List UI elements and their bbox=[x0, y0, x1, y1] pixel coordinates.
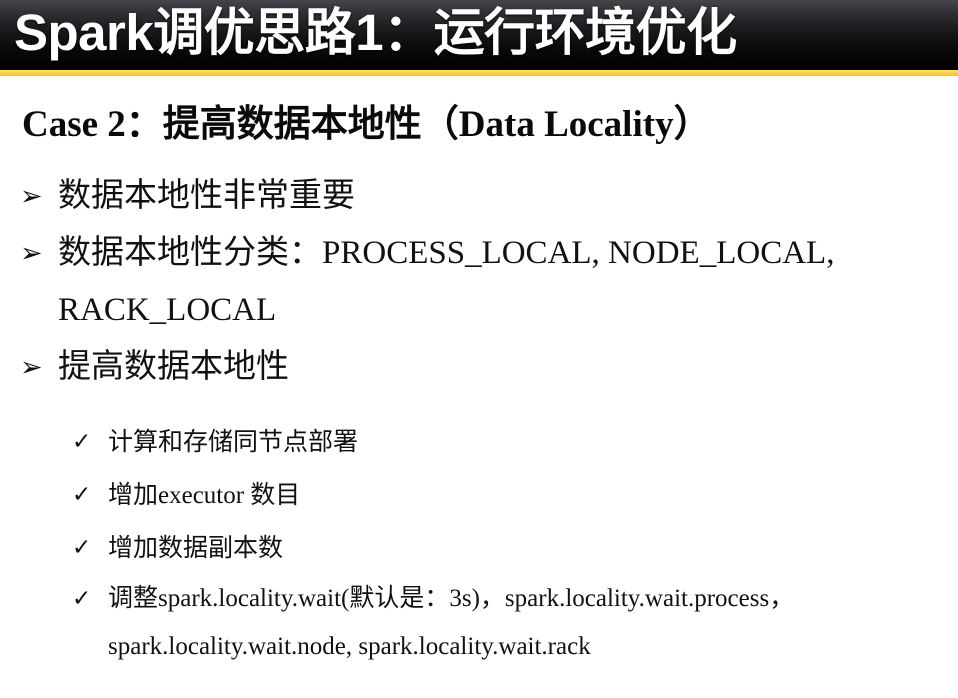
check-bullet-icon: ✓ bbox=[72, 586, 92, 612]
slide-title-bar: Spark调优思路1：运行环境优化 bbox=[0, 0, 958, 70]
sub-bullet-item: ✓ 调整spark.locality.wait(默认是：3s)，spark.lo… bbox=[0, 575, 958, 671]
sub-bullet-text: 增加executor 数目 bbox=[108, 469, 944, 522]
arrow-bullet-icon: ➢ bbox=[20, 352, 43, 383]
bullet-text: 提高数据本地性 bbox=[58, 339, 942, 396]
bullet-line: 数据本地性分类：PROCESS_LOCAL, NODE_LOCAL, bbox=[58, 235, 835, 271]
check-bullet-icon: ✓ bbox=[72, 482, 92, 508]
sub-bullet-text: 计算和存储同节点部署 bbox=[108, 416, 944, 469]
sub-bullet-line: 增加数据副本数 bbox=[108, 535, 284, 562]
bullet-item: ➢ 数据本地性分类：PROCESS_LOCAL, NODE_LOCAL, RAC… bbox=[0, 225, 958, 339]
sub-bullet-list: ✓ 计算和存储同节点部署 ✓ 增加executor 数目 ✓ 增加数据副本数 ✓ bbox=[0, 416, 958, 671]
slide-title: Spark调优思路1：运行环境优化 bbox=[14, 4, 737, 61]
sub-bullet-item: ✓ 计算和存储同节点部署 bbox=[0, 416, 958, 469]
bullet-item: ➢ 提高数据本地性 bbox=[0, 339, 958, 396]
sub-bullet-item: ✓ 增加数据副本数 bbox=[0, 522, 958, 575]
check-bullet-icon: ✓ bbox=[72, 535, 92, 561]
sub-bullet-line: 计算和存储同节点部署 bbox=[108, 429, 359, 456]
bullet-text: 数据本地性分类：PROCESS_LOCAL, NODE_LOCAL, RACK_… bbox=[58, 225, 942, 339]
sub-bullet-text: 调整spark.locality.wait(默认是：3s)，spark.loca… bbox=[108, 575, 944, 671]
bullet-item: ➢ 数据本地性非常重要 bbox=[0, 168, 958, 225]
bullet-line: 数据本地性非常重要 bbox=[58, 178, 355, 214]
section-heading: Case 2：提高数据本地性（Data Locality） bbox=[22, 104, 711, 145]
arrow-bullet-icon: ➢ bbox=[20, 238, 43, 269]
slide: Spark调优思路1：运行环境优化 Case 2：提高数据本地性（Data Lo… bbox=[0, 0, 958, 698]
sub-bullet-text: 增加数据副本数 bbox=[108, 522, 944, 575]
sub-bullet-line-continued: spark.locality.wait.node, spark.locality… bbox=[108, 633, 591, 660]
bullet-text: 数据本地性非常重要 bbox=[58, 168, 942, 225]
sub-bullet-line: 调整spark.locality.wait(默认是：3s)，spark.loca… bbox=[108, 585, 795, 612]
sub-bullet-item: ✓ 增加executor 数目 bbox=[0, 469, 958, 522]
slide-body: Case 2：提高数据本地性（Data Locality） ➢ 数据本地性非常重… bbox=[0, 76, 958, 698]
bullet-list: ➢ 数据本地性非常重要 ➢ 数据本地性分类：PROCESS_LOCAL, NOD… bbox=[0, 168, 958, 396]
check-bullet-icon: ✓ bbox=[72, 429, 92, 455]
bullet-line-continued: RACK_LOCAL bbox=[58, 292, 277, 328]
bullet-line: 提高数据本地性 bbox=[58, 349, 289, 385]
sub-bullet-line: 增加executor 数目 bbox=[108, 482, 301, 509]
arrow-bullet-icon: ➢ bbox=[20, 181, 43, 212]
